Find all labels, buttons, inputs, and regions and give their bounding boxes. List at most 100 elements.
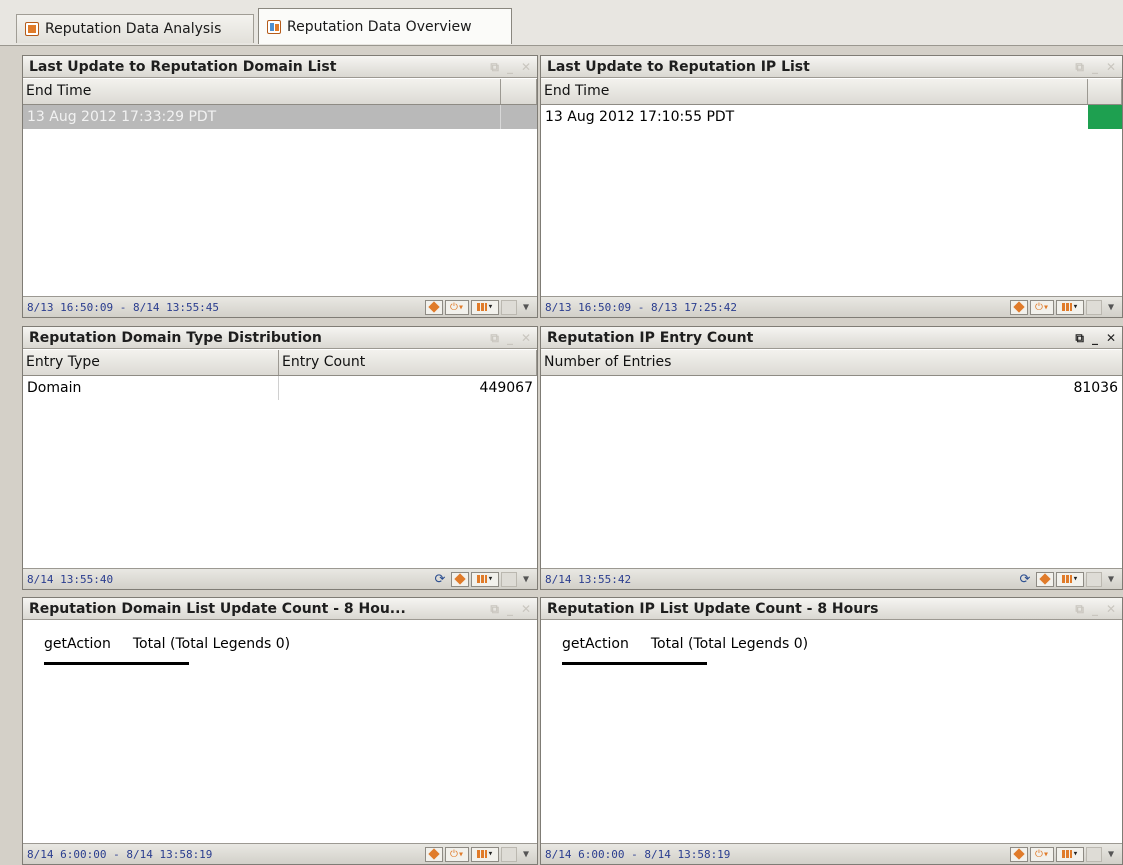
time-range: 8/13 16:50:09 - 8/13 17:25:42: [545, 301, 738, 314]
panel-controls: ⧉ _ ✕: [490, 56, 531, 78]
minimize-icon[interactable]: _: [507, 60, 513, 74]
panel-domain-list-update: Last Update to Reputation Domain List ⧉ …: [22, 55, 538, 318]
export-icon: [1086, 571, 1102, 587]
close-icon[interactable]: ✕: [521, 60, 531, 74]
edit-icon[interactable]: [425, 299, 443, 315]
time-range: 8/14 13:55:42: [545, 573, 632, 586]
tab-reputation-data-analysis[interactable]: Reputation Data Analysis: [16, 14, 254, 43]
panel-footer: 8/14 6:00:00 - 8/14 13:58:19 ⏻▾ ▼: [541, 843, 1122, 864]
minimize-icon[interactable]: _: [507, 331, 513, 345]
minimize-icon[interactable]: _: [507, 602, 513, 616]
refresh-icon[interactable]: ⟳: [1016, 572, 1034, 587]
legend-underline: [562, 662, 707, 665]
edit-icon[interactable]: [1010, 846, 1028, 862]
export-icon: [501, 299, 517, 315]
time-range: 8/14 13:55:40: [27, 573, 114, 586]
chart-legend: getAction Total (Total Legends 0): [44, 636, 290, 652]
table-row[interactable]: 13 Aug 2012 17:10:55 PDT: [541, 105, 1122, 129]
column-header-status[interactable]: [501, 79, 537, 104]
restore-icon[interactable]: ⧉: [1075, 331, 1084, 346]
chevron-down-icon[interactable]: ▼: [519, 847, 533, 862]
panel-title: Reputation IP Entry Count: [541, 327, 1122, 349]
panel-title: Reputation IP List Update Count - 8 Hour…: [541, 598, 1122, 620]
column-header-entry-count[interactable]: Entry Count: [279, 350, 537, 375]
status-indicator: [1088, 105, 1122, 129]
export-icon: [501, 571, 517, 587]
cell-number-of-entries: 81036: [1073, 380, 1118, 396]
panel-footer: 8/13 16:50:09 - 8/13 17:25:42 ⏻▾ ▼: [541, 296, 1122, 317]
cell-entry-type: Domain: [23, 376, 279, 400]
chevron-down-icon[interactable]: ▼: [519, 300, 533, 315]
close-icon[interactable]: ✕: [521, 331, 531, 345]
chevron-down-icon[interactable]: ▼: [1104, 300, 1118, 315]
column-header-end-time[interactable]: End Time: [541, 79, 1088, 104]
export-icon: [1086, 846, 1102, 862]
panel-domain-update-count-8h: Reputation Domain List Update Count - 8 …: [22, 597, 538, 865]
power-dropdown-icon[interactable]: ⏻▾: [1030, 299, 1054, 315]
close-icon[interactable]: ✕: [1106, 60, 1116, 74]
minimize-icon[interactable]: _: [1092, 60, 1098, 74]
view-options-icon[interactable]: [1056, 846, 1084, 862]
panel-domain-type-distribution: Reputation Domain Type Distribution ⧉ _ …: [22, 326, 538, 590]
table-row[interactable]: Domain 449067: [23, 376, 537, 400]
edit-icon[interactable]: [451, 571, 469, 587]
edit-icon[interactable]: [1036, 571, 1054, 587]
table-row[interactable]: 81036: [541, 376, 1122, 400]
footer-toolbar: ⏻▾ ▼: [1010, 846, 1118, 862]
panel-ip-list-update: Last Update to Reputation IP List ⧉ _ ✕ …: [540, 55, 1123, 318]
table-row[interactable]: 13 Aug 2012 17:33:29 PDT: [23, 105, 537, 129]
column-header-number-of-entries[interactable]: Number of Entries: [541, 350, 1122, 375]
tab-reputation-data-overview[interactable]: Reputation Data Overview: [258, 8, 512, 44]
dashboard-icon: [267, 19, 281, 34]
close-icon[interactable]: ✕: [1106, 602, 1116, 616]
restore-icon[interactable]: ⧉: [490, 602, 499, 617]
power-dropdown-icon[interactable]: ⏻▾: [445, 299, 469, 315]
refresh-icon[interactable]: ⟳: [431, 572, 449, 587]
minimize-icon[interactable]: _: [1092, 602, 1098, 616]
panel-title: Reputation Domain List Update Count - 8 …: [23, 598, 537, 620]
panel-title: Reputation Domain Type Distribution: [23, 327, 537, 349]
power-dropdown-icon[interactable]: ⏻▾: [445, 846, 469, 862]
close-icon[interactable]: ✕: [521, 602, 531, 616]
footer-toolbar: ⟳ ▼: [431, 571, 533, 587]
footer-toolbar: ⟳ ▼: [1016, 571, 1118, 587]
view-options-icon[interactable]: [471, 571, 499, 587]
chevron-down-icon[interactable]: ▼: [1104, 847, 1118, 862]
edit-icon[interactable]: [425, 846, 443, 862]
restore-icon[interactable]: ⧉: [490, 60, 499, 75]
panel-footer: 8/14 13:55:40 ⟳ ▼: [23, 568, 537, 589]
cell-end-time: 13 Aug 2012 17:10:55 PDT: [545, 109, 735, 125]
restore-icon[interactable]: ⧉: [1075, 602, 1084, 617]
power-dropdown-icon[interactable]: ⏻▾: [1030, 846, 1054, 862]
legend-underline: [44, 662, 189, 665]
view-options-icon[interactable]: [1056, 299, 1084, 315]
report-icon: [25, 22, 39, 36]
edit-icon[interactable]: [1010, 299, 1028, 315]
tab-strip: Reputation Data Analysis Reputation Data…: [0, 0, 1123, 46]
chevron-down-icon[interactable]: ▼: [519, 572, 533, 587]
time-range: 8/14 6:00:00 - 8/14 13:58:19: [545, 848, 731, 861]
close-icon[interactable]: ✕: [1106, 331, 1116, 345]
panel-footer: 8/14 13:55:42 ⟳ ▼: [541, 568, 1122, 589]
footer-toolbar: ⏻▾ ▼: [1010, 299, 1118, 315]
view-options-icon[interactable]: [471, 299, 499, 315]
tab-label: Reputation Data Analysis: [45, 21, 222, 37]
cell-end-time: 13 Aug 2012 17:33:29 PDT: [23, 105, 501, 129]
view-options-icon[interactable]: [471, 846, 499, 862]
panel-controls: ⧉ _ ✕: [490, 598, 531, 620]
column-header-entry-type[interactable]: Entry Type: [23, 350, 279, 375]
column-header-end-time[interactable]: End Time: [23, 79, 501, 104]
chevron-down-icon[interactable]: ▼: [1104, 572, 1118, 587]
table-header: End Time: [541, 79, 1122, 105]
panel-controls: ⧉ _ ✕: [1075, 56, 1116, 78]
view-options-icon[interactable]: [1056, 571, 1084, 587]
time-range: 8/13 16:50:09 - 8/14 13:55:45: [27, 301, 220, 314]
column-header-status[interactable]: [1088, 79, 1122, 104]
restore-icon[interactable]: ⧉: [490, 331, 499, 346]
restore-icon[interactable]: ⧉: [1075, 60, 1084, 75]
legend-value: Total (Total Legends 0): [650, 636, 809, 652]
table-header: Entry Type Entry Count: [23, 350, 537, 376]
legend-key: getAction: [562, 636, 629, 652]
panel-footer: 8/14 6:00:00 - 8/14 13:58:19 ⏻▾ ▼: [23, 843, 537, 864]
minimize-icon[interactable]: _: [1092, 331, 1098, 345]
